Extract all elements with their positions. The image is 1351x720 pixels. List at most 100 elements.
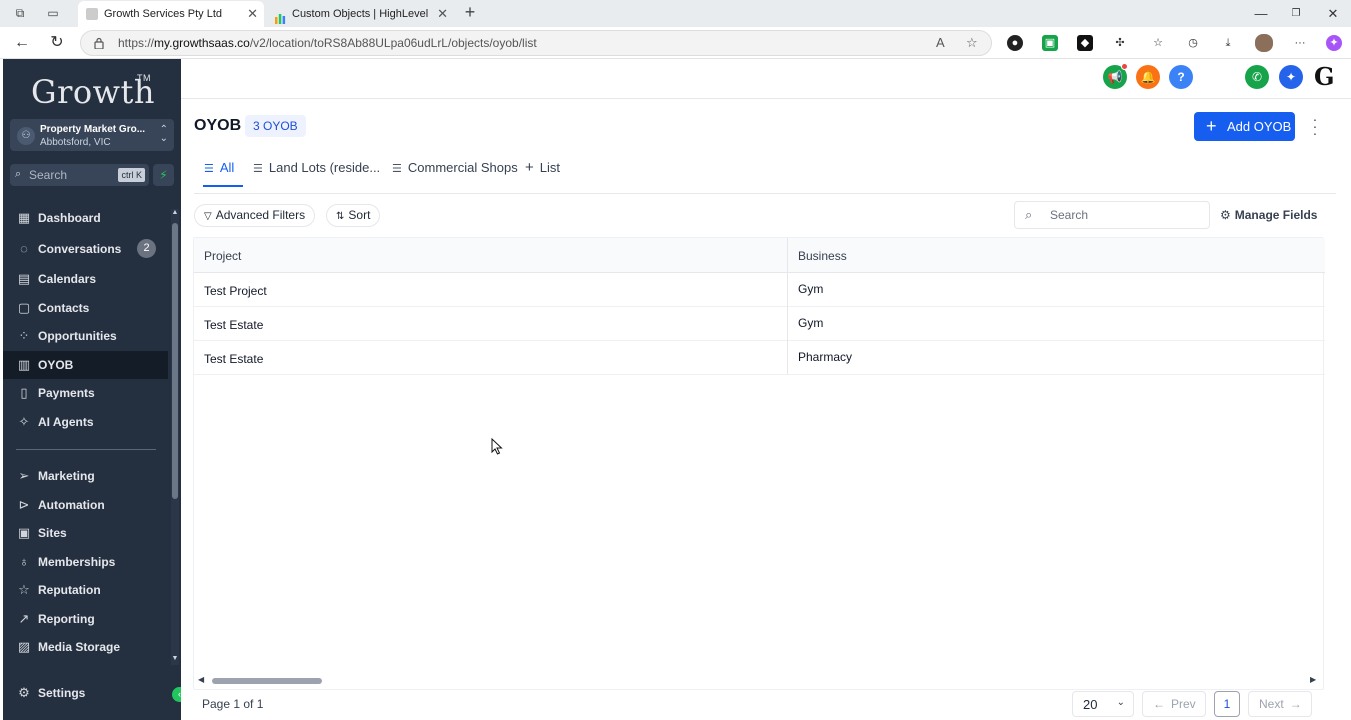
sidebar-item-opportunities[interactable]: ⁘ Opportunities	[3, 322, 168, 350]
column-header-project[interactable]: Project	[204, 249, 241, 263]
sidebar-scrollbar[interactable]: ▲ ▼	[171, 209, 179, 665]
sidebar-item-contacts[interactable]: ▢ Contacts	[3, 294, 168, 322]
magic-wand-icon[interactable]: ✦	[1279, 65, 1303, 89]
table-row[interactable]: Test Project Gym	[194, 273, 1325, 307]
sites-icon: ▣	[17, 525, 31, 540]
address-bar[interactable]: https://my.growthsaas.co/v2/location/toR…	[80, 30, 992, 56]
scroll-left-icon[interactable]: ◀	[198, 675, 204, 684]
per-page-select[interactable]: 20 ⌄	[1072, 691, 1134, 717]
more-menu-icon[interactable]: · · ·	[1309, 112, 1321, 140]
page-title: OYOB	[194, 117, 242, 134]
sidebar-item-settings[interactable]: ⚙ Settings	[3, 679, 168, 707]
app-header: 📢 🔔 ? ✆ ✦ G	[181, 59, 1351, 99]
url-text[interactable]: https://my.growthsaas.co/v2/location/toR…	[118, 36, 537, 50]
sidebar-divider	[16, 449, 156, 450]
collapse-sidebar-icon[interactable]: ‹	[172, 687, 181, 702]
advanced-filters-button[interactable]: ▽ Advanced Filters	[194, 204, 316, 227]
help-icon[interactable]: ?	[1169, 65, 1193, 89]
sidebar-item-marketing[interactable]: ➢ Marketing	[3, 462, 168, 490]
sidebar-item-conversations[interactable]: ◌ Conversations 2	[3, 235, 168, 263]
lock-icon[interactable]	[94, 37, 104, 49]
reload-icon[interactable]: ↻	[47, 33, 67, 53]
manage-fields-button[interactable]: ⚙ Manage Fields	[1220, 208, 1317, 222]
scrollbar-thumb[interactable]	[172, 223, 178, 499]
browser-tab-custom-objects[interactable]: Custom Objects | HighLevel ✕	[266, 1, 454, 27]
sidebar-item-oyob[interactable]: ▥ OYOB	[3, 351, 168, 379]
add-oyob-button[interactable]: + Add OYOB	[1194, 112, 1295, 141]
sidebar-item-media-storage[interactable]: ▨ Media Storage	[3, 633, 168, 661]
account-switcher[interactable]: ⚇ Property Market Gro... Abbotsford, VIC…	[10, 119, 174, 151]
dashboard-icon: ▦	[17, 210, 31, 225]
table-search-input[interactable]: ⌕ Search	[1014, 201, 1210, 229]
phone-icon[interactable]: ✆	[1245, 65, 1269, 89]
scroll-down-icon[interactable]: ▼	[171, 655, 179, 662]
browser-tab-bar: ⧉ ▭ Growth Services Pty Ltd ✕ Custom Obj…	[0, 0, 1351, 27]
sidebar-item-ai-agents[interactable]: ✧ AI Agents	[3, 408, 168, 436]
restore-icon[interactable]: ❐	[1279, 0, 1313, 27]
sort-icon: ⇅	[336, 211, 345, 222]
gear-icon: ⚙	[1220, 208, 1231, 222]
profile-avatar[interactable]	[1255, 34, 1273, 52]
table-row[interactable]: Test Estate Pharmacy	[194, 341, 1325, 375]
brand-mark[interactable]: G	[1314, 62, 1335, 91]
minimize-icon[interactable]: —	[1244, 0, 1278, 27]
arrow-left-icon: ←	[1153, 697, 1165, 711]
sidebar-item-memberships[interactable]: ♁ Memberships	[3, 548, 168, 576]
table-row[interactable]: Test Estate Gym	[194, 307, 1325, 341]
history-icon[interactable]: ◷	[1185, 35, 1201, 51]
sidebar-item-automation[interactable]: ⊳ Automation	[3, 491, 168, 519]
sidebar-item-reputation[interactable]: ☆ Reputation	[3, 576, 168, 604]
close-tab-icon[interactable]: ✕	[247, 1, 258, 27]
scrollbar-thumb[interactable]	[212, 678, 322, 684]
automation-icon: ⊳	[18, 497, 30, 512]
sidebar-item-reporting[interactable]: ↗ Reporting	[3, 605, 168, 633]
star-icon: ☆	[18, 582, 30, 597]
calendar-icon: ▤	[17, 271, 31, 286]
sidebar-item-dashboard[interactable]: ▦ Dashboard	[3, 204, 168, 232]
notifications-bell-icon[interactable]: 🔔	[1136, 65, 1160, 89]
copilot-icon[interactable]: ✦	[1326, 35, 1342, 51]
page-favicon-icon	[86, 8, 98, 20]
tab-commercial-shops[interactable]: ☰ Commercial Shops	[392, 150, 518, 187]
next-page-button[interactable]: Next →	[1248, 691, 1312, 717]
column-header-business[interactable]: Business	[798, 249, 847, 263]
tab-add-list[interactable]: + List	[525, 150, 560, 187]
extension-icon[interactable]: ●	[1007, 35, 1023, 51]
favorite-star-icon[interactable]: ☆	[966, 35, 978, 51]
brand-logo[interactable]: Growth TM	[31, 73, 155, 111]
sidebar-item-sites[interactable]: ▣ Sites	[3, 519, 168, 547]
extension-icon[interactable]: ◆	[1077, 35, 1093, 51]
sort-button[interactable]: ⇅ Sort	[326, 204, 381, 227]
extensions-puzzle-icon[interactable]: ✣	[1112, 35, 1128, 51]
more-options-icon[interactable]: ···	[1292, 35, 1308, 51]
send-icon: ➢	[18, 468, 30, 483]
list-icon: ☰	[253, 163, 263, 175]
arrow-right-icon: →	[1289, 697, 1302, 711]
records-table: Project Business Test Project Gym Test E…	[193, 237, 1325, 690]
highlevel-favicon-icon	[274, 8, 286, 24]
horizontal-scrollbar[interactable]: ◀ ▶	[198, 675, 1318, 686]
close-tab-icon[interactable]: ✕	[437, 1, 448, 27]
new-tab-icon[interactable]: +	[462, 3, 478, 21]
tab-land-lots[interactable]: ☰ Land Lots (reside...	[253, 150, 380, 187]
list-icon: ☰	[392, 163, 402, 175]
scroll-up-icon[interactable]: ▲	[171, 209, 179, 216]
scroll-right-icon[interactable]: ▶	[1310, 675, 1316, 684]
sidebar-item-payments[interactable]: ▯ Payments	[3, 379, 168, 407]
browser-tab-growth[interactable]: Growth Services Pty Ltd ✕	[78, 1, 264, 27]
favorites-icon[interactable]: ☆	[1150, 35, 1166, 51]
read-aloud-icon[interactable]: A	[936, 35, 945, 50]
downloads-icon[interactable]: ⤓	[1220, 35, 1236, 51]
sidebar-item-calendars[interactable]: ▤ Calendars	[3, 265, 168, 293]
building-icon: ▥	[17, 357, 31, 372]
page-number-current[interactable]: 1	[1214, 691, 1240, 717]
extension-icon[interactable]: ▣	[1042, 35, 1058, 51]
close-window-icon[interactable]: ✕	[1316, 0, 1350, 27]
tab-actions-icon[interactable]: ▭	[45, 5, 61, 21]
workspaces-icon[interactable]: ⧉	[12, 5, 28, 21]
back-icon[interactable]: ←	[12, 33, 32, 53]
prev-page-button[interactable]: ← Prev	[1142, 691, 1206, 717]
quick-action-icon[interactable]: ⚡	[153, 164, 174, 186]
tab-all[interactable]: ☰ All	[203, 150, 243, 187]
sidebar-search[interactable]: ⌕ Search ctrl K	[10, 164, 149, 186]
